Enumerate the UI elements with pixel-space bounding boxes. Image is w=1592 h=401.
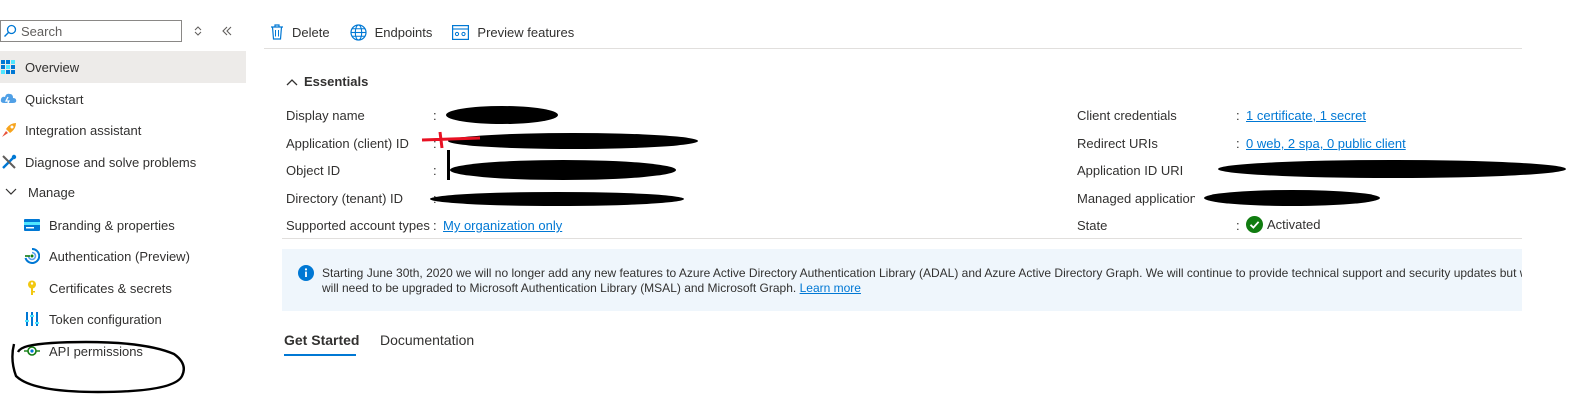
- command-bar-divider: [264, 48, 1522, 49]
- sidebar-item-label: Branding & properties: [49, 217, 175, 233]
- sidebar-item-authentication[interactable]: Authentication (Preview): [0, 240, 246, 272]
- essentials-divider: [282, 238, 1522, 239]
- sidebar-item-label: Certificates & secrets: [49, 280, 172, 296]
- sidebar-item-label: Diagnose and solve problems: [25, 154, 197, 170]
- client-credentials-label: Client credentials: [1077, 108, 1177, 123]
- sidebar-item-integration-assistant[interactable]: Integration assistant: [0, 114, 246, 146]
- banner-line-2: will need to be upgraded to Microsoft Au…: [322, 281, 861, 295]
- wrench-screwdriver-icon: [0, 153, 18, 171]
- search-icon: [4, 24, 17, 37]
- chevron-down-icon: [2, 183, 20, 201]
- essentials-toggle[interactable]: Essentials: [286, 74, 368, 89]
- redirect-uris-label: Redirect URIs: [1077, 136, 1158, 151]
- separator: :: [1236, 218, 1240, 233]
- redirect-uris-link[interactable]: 0 web, 2 spa, 0 public client: [1246, 136, 1406, 151]
- info-icon: [298, 265, 314, 281]
- sidebar-item-overview[interactable]: Overview: [0, 51, 246, 83]
- separator: :: [433, 108, 437, 123]
- sidebar-item-label: Integration assistant: [25, 122, 142, 138]
- separator: :: [1236, 108, 1240, 123]
- overview-grid-icon: [0, 58, 18, 76]
- separator: :: [433, 218, 437, 233]
- object-id-label: Object ID: [286, 163, 341, 178]
- sort-toggle-icon[interactable]: [189, 22, 207, 40]
- separator: :: [433, 163, 437, 178]
- display-name-label: Display name: [286, 108, 365, 123]
- key-icon: [23, 279, 41, 297]
- active-tab-indicator: [284, 354, 356, 356]
- sidebar-item-certificates[interactable]: Certificates & secrets: [0, 272, 246, 304]
- essentials-title: Essentials: [304, 74, 369, 89]
- trash-icon: [271, 24, 283, 40]
- preview-features-icon: [452, 24, 470, 40]
- search-box[interactable]: [0, 20, 182, 42]
- learn-more-link[interactable]: Learn more: [800, 281, 861, 295]
- sidebar-group-label: Manage: [28, 184, 75, 200]
- tab-documentation[interactable]: Documentation: [380, 332, 474, 348]
- account-types-link[interactable]: My organization only: [443, 218, 562, 233]
- managed-app-label: Managed application in l...: [1077, 191, 1195, 206]
- state-value: Activated: [1246, 216, 1320, 233]
- state-text: Activated: [1267, 217, 1321, 232]
- adal-deprecation-banner: Starting June 30th, 2020 we will no long…: [282, 249, 1522, 311]
- separator: :: [1236, 136, 1240, 151]
- command-bar: Delete Endpoints Preview features: [270, 18, 594, 46]
- rocket-icon: [0, 121, 18, 139]
- sidebar-item-label: Quickstart: [25, 91, 84, 107]
- authentication-icon: [23, 247, 41, 265]
- endpoints-button[interactable]: Endpoints: [349, 23, 432, 41]
- globe-icon: [349, 23, 367, 41]
- chevron-up-icon: [286, 78, 298, 85]
- cloud-lightning-icon: [0, 90, 18, 108]
- redaction-mark: [447, 150, 450, 180]
- delete-button[interactable]: Delete: [270, 24, 330, 40]
- client-credentials-link[interactable]: 1 certificate, 1 secret: [1246, 108, 1366, 123]
- sidebar-item-diagnose[interactable]: Diagnose and solve problems: [0, 146, 246, 178]
- redaction-mark: [450, 160, 676, 180]
- check-circle-icon: [1246, 216, 1263, 233]
- sidebar-group-manage[interactable]: Manage: [0, 176, 246, 208]
- sidebar-item-label: Authentication (Preview): [49, 248, 190, 264]
- redaction-mark: [1218, 160, 1566, 178]
- sidebar: Overview Quickstart Integration assistan…: [0, 0, 246, 401]
- search-input[interactable]: [17, 22, 181, 40]
- branding-card-icon: [23, 216, 41, 234]
- tenant-id-label: Directory (tenant) ID: [286, 191, 404, 206]
- sidebar-item-quickstart[interactable]: Quickstart: [0, 83, 246, 115]
- hand-drawn-circle-annotation: [11, 340, 185, 394]
- account-types-label: Supported account types: [286, 218, 430, 233]
- app-id-uri-label: Application ID URI: [1077, 163, 1184, 178]
- sidebar-item-label: Token configuration: [49, 311, 162, 327]
- tab-get-started[interactable]: Get Started: [284, 332, 359, 348]
- redaction-mark: [446, 106, 558, 124]
- token-sliders-icon: [23, 310, 41, 328]
- sidebar-item-label: Overview: [25, 59, 80, 75]
- client-id-label: Application (client) ID: [286, 136, 409, 151]
- banner-line-1: Starting June 30th, 2020 we will no long…: [322, 266, 1522, 280]
- banner-text: Starting June 30th, 2020 we will no long…: [322, 266, 1522, 296]
- redaction-mark: [430, 192, 684, 206]
- sidebar-item-branding[interactable]: Branding & properties: [0, 209, 246, 241]
- redaction-mark: [1204, 190, 1380, 206]
- sidebar-item-token-configuration[interactable]: Token configuration: [0, 303, 246, 335]
- state-label: State: [1077, 218, 1108, 233]
- preview-features-button[interactable]: Preview features: [452, 25, 574, 40]
- red-marker-annotation: [421, 131, 481, 149]
- collapse-sidebar-icon[interactable]: [218, 22, 236, 40]
